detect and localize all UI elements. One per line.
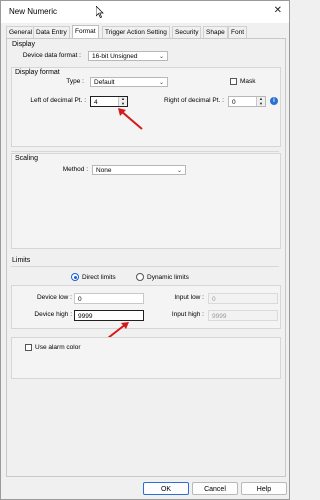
device-high-value: 9999: [78, 313, 93, 320]
dynamic-limits-label: Dynamic limits: [147, 274, 189, 281]
input-low-input: 0: [208, 293, 278, 304]
right-decimal-value: 0: [232, 99, 236, 106]
device-data-format-value: 16-bit Unsigned: [92, 53, 138, 60]
mouse-cursor-icon: [96, 6, 104, 18]
chevron-down-icon: ⌄: [158, 80, 164, 86]
ok-button[interactable]: OK: [143, 482, 189, 495]
divider: [11, 151, 279, 152]
direct-limits-label: Direct limits: [82, 274, 116, 281]
device-low-label: Device low :: [36, 294, 72, 301]
device-low-input[interactable]: 0: [74, 293, 144, 304]
tab-trigger-action-setting[interactable]: Trigger Action Setting: [102, 26, 170, 38]
title-bar: New Numeric ✕: [1, 1, 289, 23]
limits-section-label: Limits: [12, 257, 31, 264]
chevron-down-icon: ⌄: [176, 168, 182, 174]
left-decimal-label: Left of decimal Pt. :: [30, 97, 86, 104]
use-alarm-color-label: Use alarm color: [35, 344, 81, 351]
dialog-window: New Numeric ✕ General Data Entry Format …: [0, 0, 290, 500]
scaling-group: Scaling Method : None ⌄: [11, 153, 281, 249]
device-low-value: 0: [78, 296, 82, 303]
spinner-arrows-icon[interactable]: ▲ ▼: [118, 96, 127, 106]
format-panel: Display Device data format : 16-bit Unsi…: [6, 38, 286, 477]
left-decimal-value: 4: [94, 99, 98, 106]
display-format-label: Display format: [15, 69, 60, 76]
chevron-down-icon: ⌄: [158, 54, 164, 60]
tab-general[interactable]: General: [6, 26, 36, 38]
annotation-arrow-icon: [118, 108, 143, 130]
right-decimal-label: Right of decimal Pt. :: [164, 97, 224, 104]
tab-data-entry[interactable]: Data Entry: [33, 26, 70, 38]
input-high-label: Input high :: [171, 311, 204, 318]
device-high-label: Device high :: [34, 311, 72, 318]
input-high-value: 9999: [212, 313, 227, 320]
method-label: Method :: [62, 166, 88, 173]
method-select[interactable]: None ⌄: [92, 165, 186, 175]
mask-checkbox[interactable]: [230, 78, 237, 85]
dynamic-limits-radio[interactable]: [136, 273, 144, 281]
scaling-section-label: Scaling: [15, 155, 38, 162]
limits-group: Device low : 0 Input low : 0 Device high…: [11, 285, 281, 339]
input-high-input: 9999: [208, 310, 278, 321]
tab-shape[interactable]: Shape: [203, 26, 228, 38]
display-section-label: Display: [12, 41, 35, 48]
display-format-group: Display format Type : Default ⌄ Mask Lef…: [11, 67, 281, 147]
right-decimal-spinner[interactable]: 0 ▲ ▼: [228, 96, 266, 107]
tab-format[interactable]: Format: [72, 25, 99, 39]
spinner-arrows-icon[interactable]: ▲ ▼: [256, 96, 265, 106]
use-alarm-color-checkbox[interactable]: [25, 344, 32, 351]
mask-label: Mask: [240, 78, 256, 85]
input-low-value: 0: [212, 296, 216, 303]
direct-limits-radio[interactable]: [71, 273, 79, 281]
window-title: New Numeric: [9, 7, 58, 16]
type-select[interactable]: Default ⌄: [90, 77, 168, 87]
cancel-button[interactable]: Cancel: [192, 482, 238, 495]
input-low-label: Input low :: [174, 294, 204, 301]
type-value: Default: [94, 79, 115, 86]
help-button[interactable]: Help: [241, 482, 287, 495]
alarm-group: Use alarm color: [11, 337, 281, 379]
divider: [11, 266, 279, 267]
device-data-format-label: Device data format :: [22, 52, 81, 59]
method-value: None: [96, 167, 112, 174]
device-data-format-select[interactable]: 16-bit Unsigned ⌄: [88, 51, 168, 61]
type-label: Type :: [66, 78, 84, 85]
info-icon[interactable]: i: [270, 97, 278, 105]
tab-font[interactable]: Font: [228, 26, 248, 38]
close-icon[interactable]: ✕: [274, 5, 282, 16]
tab-security[interactable]: Security: [172, 26, 202, 38]
